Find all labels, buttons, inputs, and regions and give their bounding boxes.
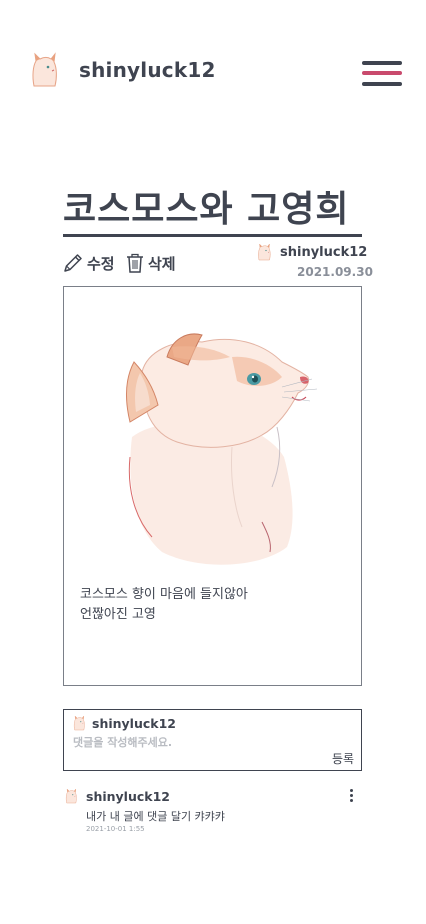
post-content: 코스모스 향이 마음에 들지않아 언짢아진 고영 [63, 286, 362, 686]
cat-avatar-icon [64, 788, 78, 804]
more-dot [349, 794, 353, 797]
comment-item: shinyluck12 내가 내 글에 댓글 달기 캬캬캬 2021-10-01… [63, 786, 362, 846]
site-header: shinyluck12 [0, 0, 426, 140]
more-dot [349, 799, 353, 802]
menu-line-top [362, 61, 402, 65]
cat-avatar-icon [256, 243, 272, 261]
hamburger-menu-icon[interactable] [362, 60, 402, 90]
cat-illustration [126, 333, 318, 565]
comment-username: shinyluck12 [86, 788, 170, 804]
pencil-icon [64, 254, 82, 272]
post-date: 2021.09.30 [297, 265, 373, 279]
title-divider [63, 234, 362, 237]
trash-icon [127, 253, 143, 273]
submit-comment-button[interactable]: 등록 [332, 750, 354, 767]
post-title: 코스모스와 고영희 [63, 189, 350, 230]
post-body: 코스모스 향이 마음에 들지않아 언짢아진 고영 [80, 587, 248, 622]
author-name: shinyluck12 [280, 244, 368, 260]
comment-date: 2021-10-01 1:55 [86, 825, 145, 833]
comment-form: shinyluck12 등록 [63, 709, 362, 771]
menu-line-bottom [362, 82, 402, 86]
more-vertical-icon[interactable] [347, 789, 355, 805]
edit-label: 수정 [87, 254, 115, 273]
comment-form-username: shinyluck12 [92, 715, 176, 731]
delete-label: 삭제 [148, 254, 176, 273]
edit-button[interactable]: 수정 [62, 252, 115, 274]
delete-button[interactable]: 삭제 [125, 252, 176, 274]
comment-form-user: shinyluck12 [72, 715, 176, 731]
comment-user[interactable]: shinyluck12 [64, 788, 170, 804]
cat-avatar-icon[interactable] [28, 52, 60, 88]
menu-line-middle [362, 71, 402, 75]
header-username[interactable]: shinyluck12 [79, 58, 216, 82]
cat-avatar-icon [72, 715, 86, 731]
comment-input[interactable] [73, 736, 273, 749]
comment-text: 내가 내 글에 댓글 달기 캬캬캬 [86, 810, 225, 823]
more-dot [349, 789, 353, 792]
post-author[interactable]: shinyluck12 [256, 243, 367, 261]
